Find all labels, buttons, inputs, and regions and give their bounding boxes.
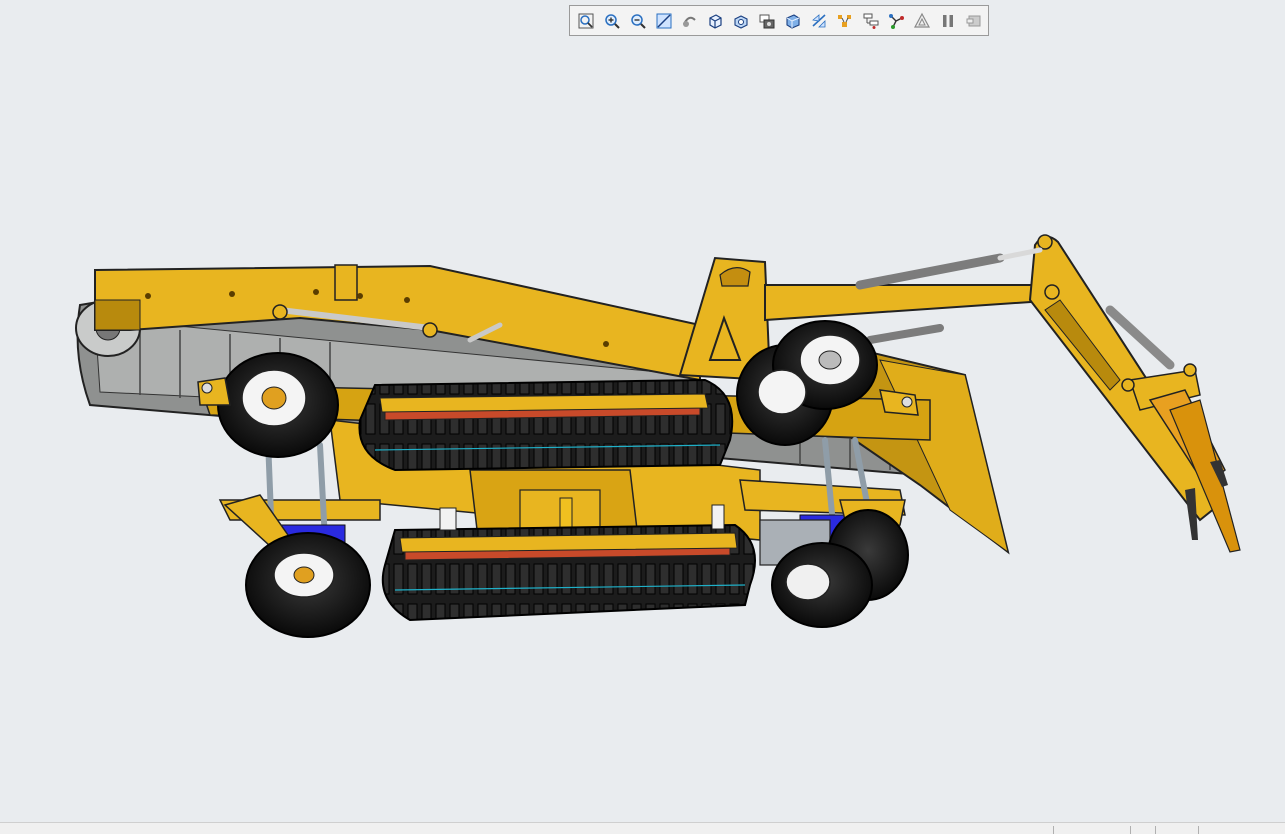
view-toolbar <box>569 5 989 36</box>
pause-icon[interactable] <box>936 9 960 33</box>
tree-view-icon[interactable] <box>859 9 883 33</box>
tire-rear-bottom <box>245 532 371 638</box>
view-cube-icon[interactable] <box>703 9 727 33</box>
exit-view-icon[interactable] <box>962 9 986 33</box>
tracked-excavator-model[interactable] <box>0 40 1285 822</box>
zoom-area-icon[interactable] <box>652 9 676 33</box>
display-style-icon[interactable] <box>781 9 805 33</box>
tire-rear-top <box>217 352 339 458</box>
explode-icon[interactable] <box>833 9 857 33</box>
3d-viewport[interactable] <box>0 40 1285 822</box>
rotate-view-icon[interactable] <box>678 9 702 33</box>
upper-track <box>358 378 734 472</box>
section-view-icon[interactable] <box>807 9 831 33</box>
zoom-in-icon[interactable] <box>600 9 624 33</box>
connections-icon[interactable] <box>885 9 909 33</box>
zoom-out-icon[interactable] <box>626 9 650 33</box>
zoom-fit-icon[interactable] <box>574 9 598 33</box>
camera-capture-icon[interactable] <box>755 9 779 33</box>
view-orientation-icon[interactable] <box>729 9 753 33</box>
status-bar <box>0 822 1285 834</box>
measure-icon[interactable] <box>910 9 934 33</box>
